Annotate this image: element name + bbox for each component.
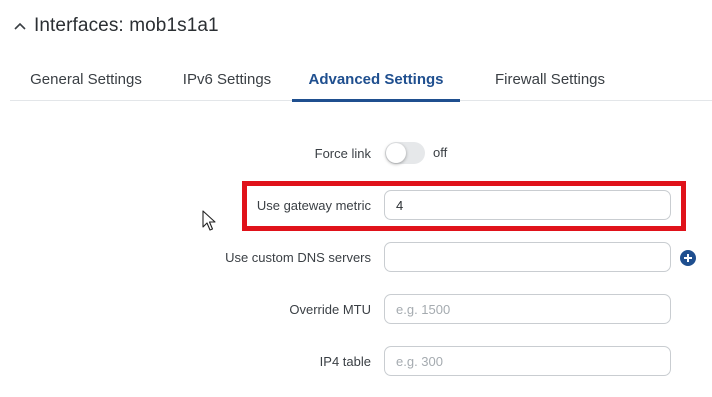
page-title: Interfaces: mob1s1a1 bbox=[34, 15, 219, 36]
force-link-label: Force link bbox=[314, 146, 371, 161]
tab-bar: General Settings IPv6 Settings Advanced … bbox=[10, 58, 712, 102]
ip4-table-input[interactable] bbox=[384, 346, 671, 376]
section-header: Interfaces: mob1s1a1 bbox=[14, 12, 219, 40]
gateway-metric-label: Use gateway metric bbox=[256, 198, 371, 213]
tab-firewall-settings[interactable]: Firewall Settings bbox=[466, 58, 634, 100]
force-link-toggle[interactable] bbox=[385, 142, 425, 164]
toggle-knob bbox=[386, 143, 406, 163]
mouse-cursor-icon bbox=[202, 210, 216, 232]
override-mtu-label: Override MTU bbox=[289, 302, 371, 317]
chevron-up-icon[interactable] bbox=[14, 20, 26, 32]
dns-servers-label: Use custom DNS servers bbox=[225, 250, 371, 265]
dns-servers-input[interactable] bbox=[384, 242, 671, 272]
tab-ipv6-settings[interactable]: IPv6 Settings bbox=[168, 58, 286, 100]
plus-circle-icon[interactable] bbox=[680, 250, 696, 266]
ip4-table-label: IP4 table bbox=[319, 354, 371, 369]
tab-advanced-settings[interactable]: Advanced Settings bbox=[292, 58, 460, 102]
force-link-state: off bbox=[433, 145, 448, 160]
tab-general-settings[interactable]: General Settings bbox=[10, 58, 162, 100]
override-mtu-input[interactable] bbox=[384, 294, 671, 324]
gateway-metric-input[interactable] bbox=[384, 190, 671, 220]
